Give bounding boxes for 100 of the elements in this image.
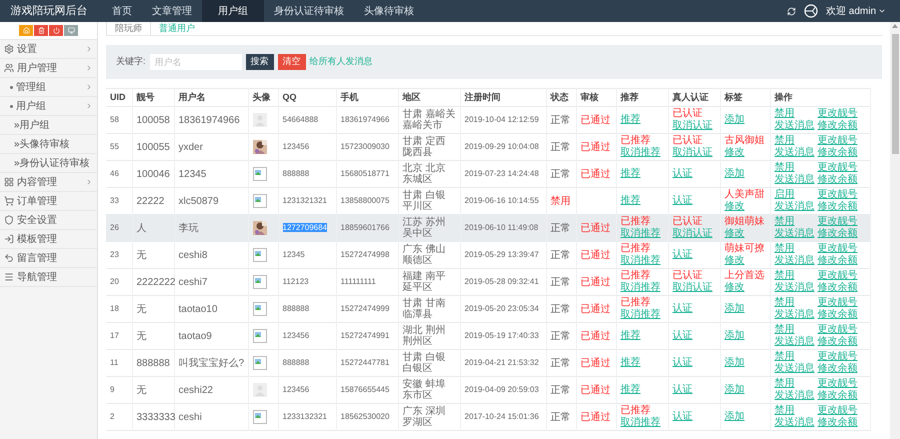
scroll-thumb[interactable] — [892, 34, 898, 154]
action-link[interactable]: 启用 — [774, 189, 814, 201]
avatar-icon[interactable] — [804, 4, 818, 18]
nav-link[interactable]: 用户组 — [202, 0, 264, 22]
action-link[interactable]: 禁用 — [774, 135, 814, 147]
action-link[interactable]: 发送消息 — [774, 417, 814, 429]
action-link[interactable]: 发送消息 — [774, 363, 814, 375]
recommend-link[interactable]: 取消推荐 — [620, 417, 660, 429]
nav-link[interactable]: 头像待审核 — [354, 0, 424, 22]
action-link[interactable]: 更改靓号 — [818, 378, 858, 390]
table-row[interactable]: 11 888888 叫我宝宝好么? 888888 15272447781 甘肃 白银 白银区 2019-04-21 21:53:32 正常 已通过 推荐 认证 添加 禁用 更改靓号 发送消息 修改余额 — [106, 350, 870, 376]
action-link[interactable]: 发送消息 — [774, 309, 814, 321]
table-row[interactable]: 46 100046 12345 888888 15680518771 北京 北京 东城区 2019-07-23 14:24:48 正常 已通过 推荐 认证 添加 禁用 更改靓号 发送消息 修改余额 — [106, 160, 870, 188]
tag-link[interactable]: 添加 — [724, 330, 744, 342]
tag-link[interactable]: 修改 — [724, 228, 744, 240]
recommend-link[interactable]: 推荐 — [620, 357, 640, 369]
sidebar-item[interactable]: 设置 — [0, 40, 97, 59]
action-link[interactable]: 修改余额 — [818, 255, 858, 267]
action-link[interactable]: 修改余额 — [818, 363, 858, 375]
action-link[interactable]: 发送消息 — [774, 228, 814, 240]
action-link[interactable]: 修改余额 — [818, 282, 858, 294]
action-link[interactable]: 修改余额 — [818, 309, 858, 321]
action-link[interactable]: 更改靓号 — [818, 351, 858, 363]
action-link[interactable]: 发送消息 — [774, 282, 814, 294]
tool-button[interactable] — [19, 25, 33, 36]
recommend-link[interactable]: 推荐 — [620, 330, 640, 342]
action-link[interactable]: 禁用 — [774, 378, 814, 390]
recommend-link[interactable]: 取消推荐 — [620, 228, 660, 240]
recommend-link[interactable]: 取消推荐 — [620, 282, 660, 294]
action-link[interactable]: 发送消息 — [774, 120, 814, 132]
action-link[interactable]: 修改余额 — [818, 336, 858, 348]
action-link[interactable]: 更改靓号 — [818, 270, 858, 282]
verify-link[interactable]: 认证 — [672, 411, 692, 423]
tag-link[interactable]: 修改 — [724, 201, 744, 213]
scrollbar[interactable] — [890, 22, 900, 439]
verify-link[interactable]: 认证 — [672, 195, 692, 207]
action-link[interactable]: 禁用 — [774, 216, 814, 228]
action-link[interactable]: 修改余额 — [818, 120, 858, 132]
sidebar-item[interactable]: 安全设置 — [0, 211, 97, 230]
sidebar-item[interactable]: »身份认证待审核 — [0, 154, 97, 173]
verify-link[interactable]: 认证 — [672, 384, 692, 396]
action-link[interactable]: 修改余额 — [818, 417, 858, 429]
action-link[interactable]: 发送消息 — [774, 336, 814, 348]
recommend-link[interactable]: 取消推荐 — [620, 255, 660, 267]
action-link[interactable]: 发送消息 — [774, 390, 814, 402]
verify-link[interactable]: 认证 — [672, 303, 692, 315]
table-row[interactable]: 9 无 ceshi22 123456 15876655445 安徽 蚌埠 东市区 2019-04-09 20:59:03 正常 已通过 推荐 认证 添加 禁用 更改靓号 发送消息 修改余额 — [106, 376, 870, 404]
action-link[interactable]: 修改余额 — [818, 201, 858, 213]
sidebar-item[interactable]: 留言管理 — [0, 249, 97, 268]
verify-link[interactable]: 取消认证 — [672, 282, 712, 294]
action-link[interactable]: 更改靓号 — [818, 324, 858, 336]
user-menu[interactable]: 欢迎 admin — [826, 4, 886, 18]
nav-link[interactable]: 身份认证待审核 — [264, 0, 354, 22]
tag-link[interactable]: 添加 — [724, 303, 744, 315]
verify-link[interactable]: 认证 — [672, 357, 692, 369]
action-link[interactable]: 更改靓号 — [818, 189, 858, 201]
tag-link[interactable]: 添加 — [724, 384, 744, 396]
tag-link[interactable]: 修改 — [724, 147, 744, 159]
tool-button[interactable] — [34, 25, 48, 36]
sidebar-item[interactable]: 内容管理 — [0, 173, 97, 192]
action-link[interactable]: 更改靓号 — [818, 405, 858, 417]
refresh-icon[interactable] — [786, 6, 796, 16]
recommend-link[interactable]: 取消推荐 — [620, 147, 660, 159]
action-link[interactable]: 更改靓号 — [818, 135, 858, 147]
sidebar-item[interactable]: »头像待审核 — [0, 135, 97, 154]
action-link[interactable]: 修改余额 — [818, 174, 858, 186]
action-link[interactable]: 修改余额 — [818, 147, 858, 159]
search-field[interactable]: 用户名 — [150, 54, 242, 70]
recommend-link[interactable]: 推荐 — [620, 384, 640, 396]
verify-link[interactable]: 认证 — [672, 168, 692, 180]
action-link[interactable]: 更改靓号 — [818, 162, 858, 174]
verify-link[interactable]: 取消认证 — [672, 147, 712, 159]
tag-link[interactable]: 添加 — [724, 357, 744, 369]
tool-button[interactable] — [64, 25, 78, 36]
verify-link[interactable]: 认证 — [672, 249, 692, 261]
sidebar-item[interactable]: 管理组 — [0, 78, 97, 97]
recommend-link[interactable]: 推荐 — [620, 195, 640, 207]
action-link[interactable]: 发送消息 — [774, 147, 814, 159]
sidebar-item[interactable]: 导航管理 — [0, 268, 97, 287]
action-link[interactable]: 禁用 — [774, 297, 814, 309]
recommend-link[interactable]: 取消推荐 — [620, 309, 660, 321]
tag-link[interactable]: 修改 — [724, 255, 744, 267]
action-link[interactable]: 禁用 — [774, 108, 814, 120]
action-link[interactable]: 修改余额 — [818, 390, 858, 402]
clear-button[interactable]: 清空 — [278, 54, 306, 70]
sidebar-item[interactable]: 模板管理 — [0, 230, 97, 249]
search-button[interactable]: 搜索 — [246, 54, 274, 70]
action-link[interactable]: 禁用 — [774, 270, 814, 282]
table-row[interactable]: 33 22222 xlc50879 1231321321 13858800075 甘肃 白银 平川区 2019-06-16 10:14:55 禁用 推荐 认证 人美声甜 修改 启用 更改靓号 发送消息 修改余额 — [106, 188, 870, 214]
nav-link[interactable]: 首页 — [102, 0, 142, 22]
table-row[interactable]: 17 无 taotao9 123456 15272474991 湖北 荆州 荆州区 2019-05-19 17:40:33 正常 已通过 推荐 认证 添加 禁用 更改靓号 发送消息 修改余额 — [106, 322, 870, 350]
action-link[interactable]: 发送消息 — [774, 201, 814, 213]
nav-link[interactable]: 文章管理 — [142, 0, 202, 22]
sidebar-item[interactable]: 用户组 — [0, 97, 97, 116]
recommend-link[interactable]: 推荐 — [620, 168, 640, 180]
tag-link[interactable]: 修改 — [724, 282, 744, 294]
sidebar-item[interactable]: »用户组 — [0, 116, 97, 135]
tab[interactable]: 陪玩师 — [106, 22, 151, 35]
tool-button[interactable] — [49, 25, 63, 36]
action-link[interactable]: 更改靓号 — [818, 243, 858, 255]
